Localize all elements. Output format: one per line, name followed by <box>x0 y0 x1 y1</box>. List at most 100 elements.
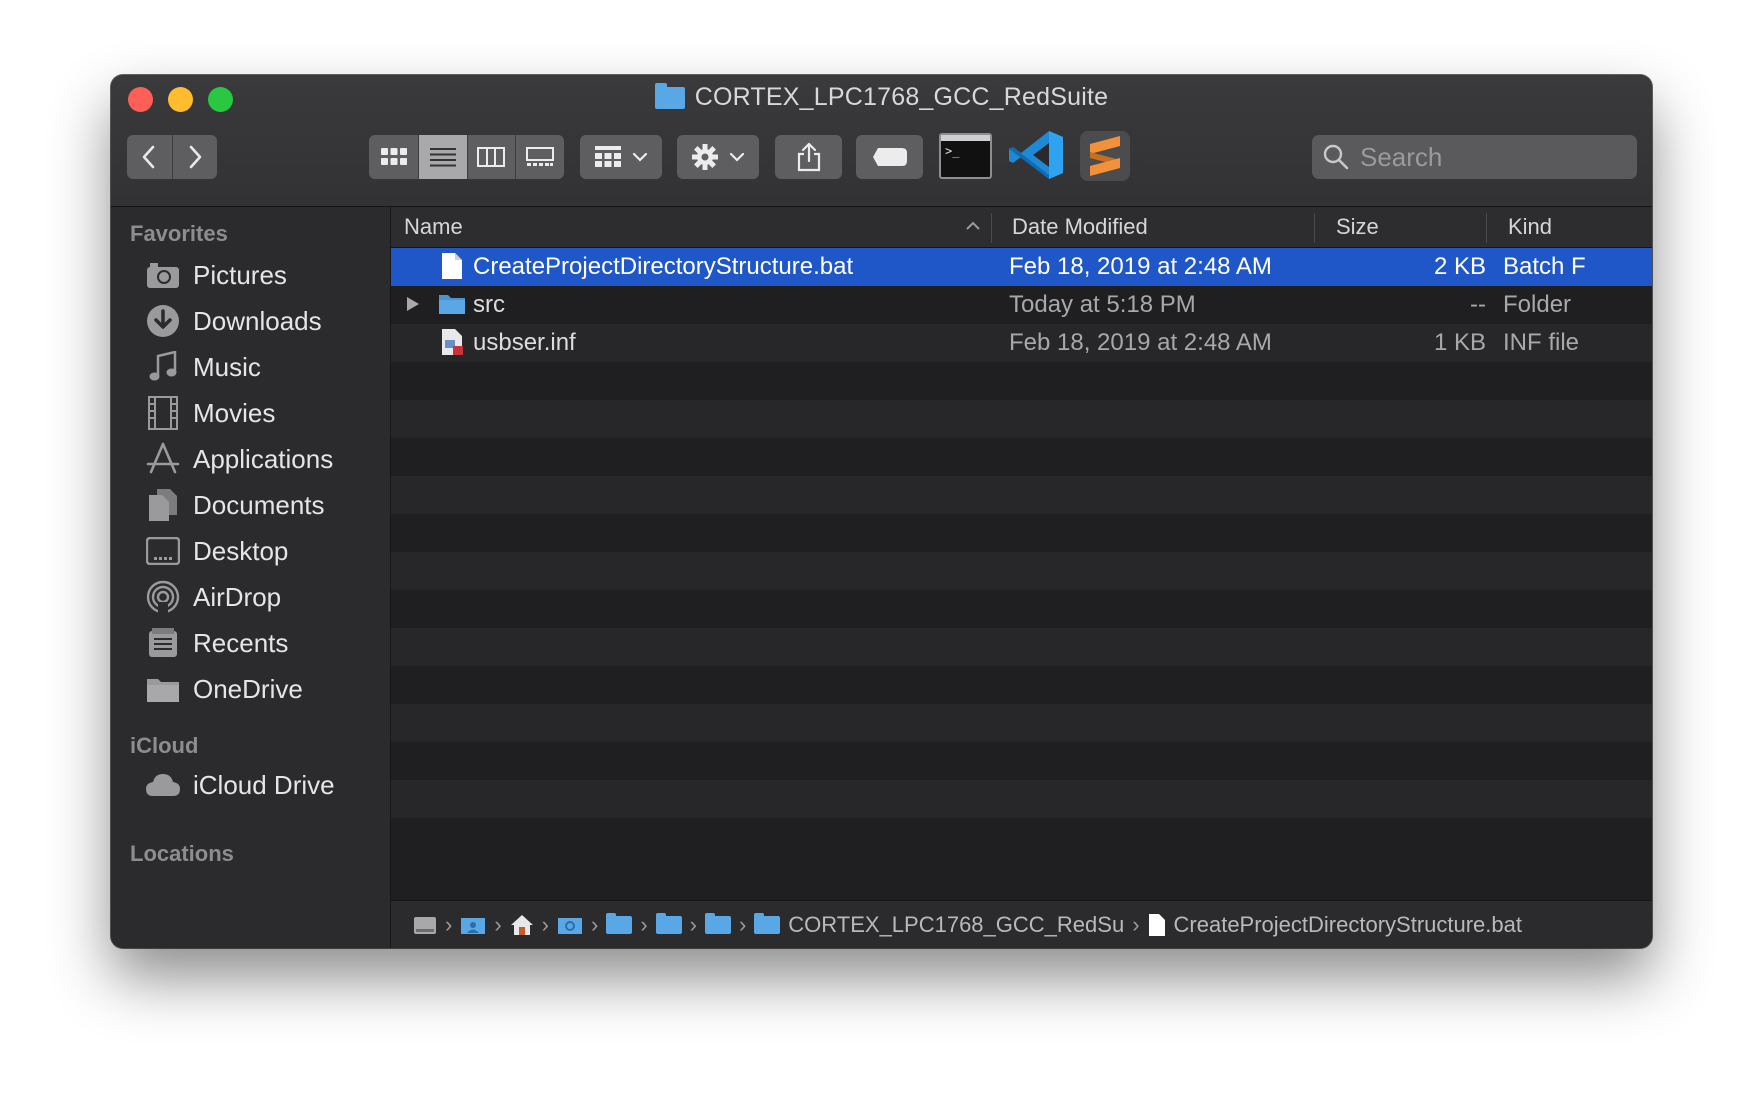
hard-disk-icon[interactable] <box>413 914 437 936</box>
file-row[interactable]: usbser.inf Feb 18, 2019 at 2:48 AM 1 KB … <box>391 324 1652 362</box>
view-mode-group <box>369 135 564 179</box>
sidebar-item-label: OneDrive <box>193 673 303 704</box>
sidebar-section-icloud: iCloud <box>130 733 199 758</box>
sidebar-item-recents[interactable]: Recents <box>145 623 288 663</box>
sublime-icon <box>1090 136 1120 176</box>
back-button[interactable] <box>127 135 173 179</box>
column-view-icon <box>477 147 506 167</box>
file-size: -- <box>1470 291 1486 318</box>
sidebar-item-icloud-drive[interactable]: iCloud Drive <box>145 765 335 805</box>
path-file-label[interactable]: CreateProjectDirectoryStructure.bat <box>1174 912 1522 938</box>
vscode-icon <box>1009 131 1063 179</box>
chevron-right-icon: › <box>590 911 599 937</box>
sidebar-item-label: Pictures <box>193 259 287 290</box>
file-kind: Batch F <box>1503 253 1586 280</box>
file-kind: Folder <box>1503 291 1572 318</box>
sidebar-item-label: iCloud Drive <box>193 769 335 800</box>
action-button[interactable] <box>677 135 759 179</box>
film-icon <box>148 396 178 430</box>
chevron-right-icon: › <box>1132 911 1140 937</box>
recents-icon <box>149 628 177 657</box>
sidebar-item-applications[interactable]: Applications <box>145 439 333 479</box>
users-folder-icon[interactable] <box>460 915 486 935</box>
inf-file-icon <box>442 329 463 355</box>
group-icon <box>595 146 621 167</box>
music-note-icon <box>149 351 177 381</box>
tag-icon <box>872 148 907 166</box>
sidebar-item-desktop[interactable]: Desktop <box>145 531 288 571</box>
gallery-view-button[interactable] <box>516 135 564 179</box>
document-icon[interactable] <box>1148 913 1166 937</box>
group-button[interactable] <box>580 135 662 179</box>
sidebar-item-downloads[interactable]: Downloads <box>145 301 322 341</box>
sidebar-item-label: Recents <box>193 627 289 658</box>
toolbar: CORTEX_LPC1768_GCC_RedSuite >_ Search <box>111 75 1652 207</box>
sidebar-item-label: Downloads <box>193 305 322 336</box>
column-header-name[interactable]: Name <box>404 214 463 240</box>
file-list: Name Date Modified Size Kind CreateProje… <box>391 207 1652 948</box>
column-header-date[interactable]: Date Modified <box>1012 214 1148 240</box>
chevron-down-icon <box>730 152 744 162</box>
list-view-button[interactable] <box>419 135 467 179</box>
folder-icon <box>439 295 465 314</box>
chevron-right-icon: › <box>541 911 549 937</box>
sidebar-section-favorites: Favorites <box>130 221 228 246</box>
path-folder-label[interactable]: CORTEX_LPC1768_GCC_RedSu <box>788 912 1124 938</box>
gear-icon <box>692 144 718 170</box>
sidebar-item-label: AirDrop <box>193 581 282 612</box>
file-size: 1 KB <box>1433 329 1486 356</box>
sidebar-item-onedrive[interactable]: OneDrive <box>145 669 303 709</box>
home-icon[interactable] <box>510 914 534 936</box>
sidebar-item-airdrop[interactable]: AirDrop <box>145 577 281 617</box>
chevron-down-icon <box>633 152 647 162</box>
terminal-app-button[interactable]: >_ <box>939 133 992 179</box>
window-title-text: CORTEX_LPC1768_GCC_RedSuite <box>694 83 1109 111</box>
sidebar-item-label: Movies <box>193 397 276 428</box>
sidebar-item-movies[interactable]: Movies <box>145 393 275 433</box>
sidebar-item-documents[interactable]: Documents <box>145 485 325 525</box>
disclosure-triangle-icon[interactable] <box>406 296 420 312</box>
forward-button[interactable] <box>173 135 218 179</box>
column-header-size[interactable]: Size <box>1336 214 1379 240</box>
tags-button[interactable] <box>856 135 923 179</box>
search-placeholder: Search <box>1360 141 1443 172</box>
path-bar: › › › › › › › CORTEX_LPC1768_GCC_RedSu ›… <box>391 900 1652 948</box>
search-field[interactable]: Search <box>1312 135 1637 179</box>
sort-ascending-icon[interactable] <box>966 221 980 231</box>
file-name: src <box>473 291 505 318</box>
chevron-right-icon: › <box>494 911 502 937</box>
folder-icon[interactable] <box>704 912 731 934</box>
file-row[interactable]: CreateProjectDirectoryStructure.bat Feb … <box>391 248 1652 286</box>
camera-icon <box>147 263 179 288</box>
sidebar-item-music[interactable]: Music <box>145 347 261 387</box>
folder-icon[interactable] <box>655 912 682 934</box>
sublime-app-button[interactable] <box>1080 131 1130 181</box>
sidebar-item-label: Music <box>193 351 261 382</box>
window-title: CORTEX_LPC1768_GCC_RedSuite <box>654 82 1109 112</box>
vscode-app-button[interactable] <box>1007 129 1065 181</box>
folder-icon[interactable] <box>754 912 781 934</box>
folder-icon[interactable] <box>606 912 633 934</box>
file-row[interactable]: src Today at 5:18 PM -- Folder <box>391 286 1652 324</box>
download-icon <box>147 305 179 337</box>
share-icon <box>797 142 820 172</box>
icon-view-button[interactable] <box>369 135 420 179</box>
chevron-left-icon <box>142 145 155 169</box>
document-icon <box>442 253 462 279</box>
file-date: Today at 5:18 PM <box>1009 291 1196 318</box>
svg-text:>_: >_ <box>945 144 960 158</box>
cloud-icon <box>146 774 180 796</box>
sidebar-item-label: Documents <box>193 489 325 520</box>
column-header-kind[interactable]: Kind <box>1508 214 1552 240</box>
terminal-icon: >_ <box>941 135 990 158</box>
documents-folder-icon[interactable] <box>557 915 583 935</box>
desktop-icon <box>146 537 180 565</box>
share-button[interactable] <box>775 135 842 179</box>
folder-icon <box>654 82 685 109</box>
chevron-right-icon <box>189 145 202 169</box>
list-view-icon <box>429 148 456 167</box>
chevron-right-icon: › <box>445 911 453 937</box>
file-size: 2 KB <box>1433 253 1486 280</box>
column-view-button[interactable] <box>466 135 516 179</box>
sidebar-item-pictures[interactable]: Pictures <box>145 255 287 295</box>
